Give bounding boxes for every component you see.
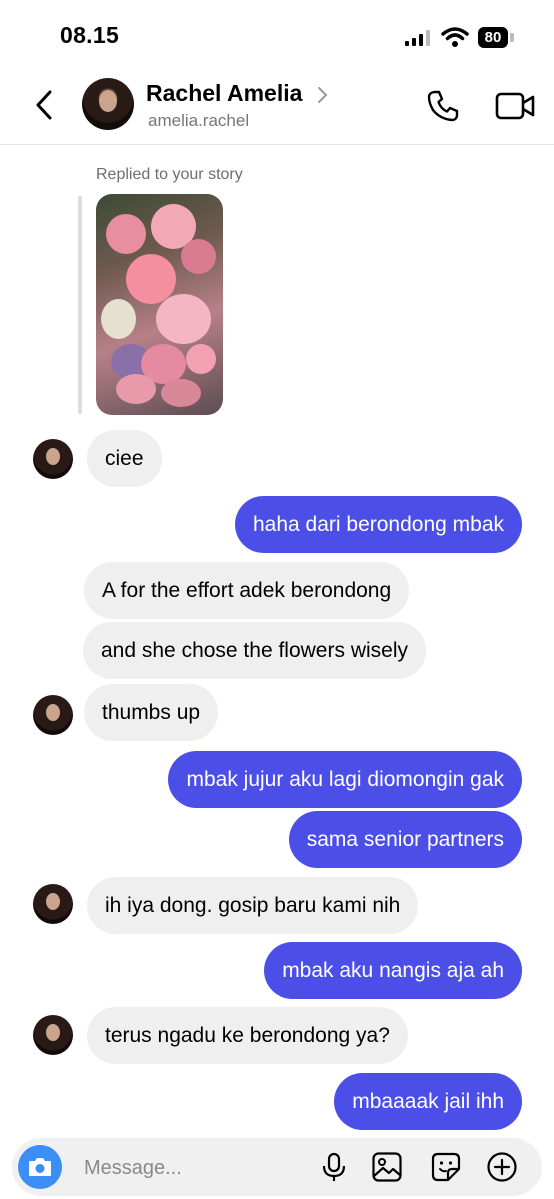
plus-circle-icon[interactable] (486, 1151, 518, 1183)
contact-name[interactable]: Rachel Amelia (146, 80, 302, 107)
avatar[interactable] (33, 884, 73, 924)
message-bubble-outgoing[interactable]: mbaaaak jail ihh (334, 1073, 522, 1130)
message-input[interactable] (82, 1138, 306, 1198)
contact-avatar[interactable] (82, 78, 134, 130)
message-bubble-outgoing[interactable]: haha dari berondong mbak (234, 496, 522, 553)
signal-icon (405, 30, 431, 46)
reply-quote-bar (78, 196, 82, 414)
chevron-right-icon[interactable] (317, 86, 329, 104)
message-bubble-outgoing[interactable]: mbak aku nangis aja ah (264, 942, 522, 999)
message-bubble-outgoing[interactable]: mbak jujur aku lagi diomongin gak (168, 751, 522, 808)
wifi-icon (441, 27, 469, 47)
message-bubble-incoming[interactable]: ih iya dong. gosip baru kami nih (87, 877, 419, 934)
phone-icon[interactable] (425, 88, 461, 124)
camera-icon (29, 1158, 51, 1176)
avatar[interactable] (33, 695, 73, 735)
contact-handle: amelia.rachel (148, 111, 250, 130)
story-thumbnail[interactable] (96, 194, 223, 415)
microphone-icon[interactable] (318, 1151, 350, 1183)
gallery-icon[interactable] (371, 1151, 403, 1183)
chat-header: Rachel Amelia amelia.rachel (0, 70, 554, 145)
back-arrow-icon[interactable] (28, 88, 62, 122)
status-time: 08.15 (60, 22, 120, 48)
message-bubble-incoming[interactable]: thumbs up (84, 684, 219, 741)
message-bubble-incoming[interactable]: terus ngadu ke berondong ya? (87, 1007, 408, 1064)
video-camera-icon[interactable] (495, 90, 535, 122)
message-composer (12, 1138, 542, 1198)
avatar[interactable] (33, 1015, 73, 1055)
message-bubble-incoming[interactable]: A for the effort adek berondong (84, 562, 410, 619)
avatar[interactable] (33, 439, 73, 479)
battery-indicator: 80 (478, 27, 508, 48)
message-bubble-outgoing[interactable]: sama senior partners (288, 811, 522, 868)
story-reply-label: Replied to your story (96, 166, 243, 183)
camera-button[interactable] (18, 1145, 62, 1189)
battery-tip (510, 33, 514, 42)
message-bubble-incoming[interactable]: and she chose the flowers wisely (83, 622, 426, 679)
sticker-icon[interactable] (430, 1151, 462, 1183)
message-bubble-incoming[interactable]: ciee (87, 430, 162, 487)
